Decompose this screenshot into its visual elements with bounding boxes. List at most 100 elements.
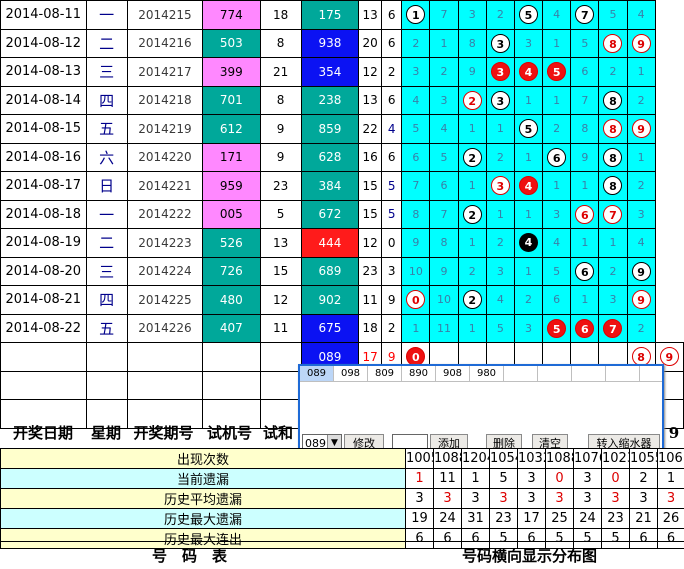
dist-cell: 2 [542, 114, 572, 144]
dist-cell: 9 [429, 256, 459, 286]
date-cell: 2014-08-21 [0, 285, 87, 315]
dist-cell: 1 [513, 142, 544, 172]
combo-tabs: 089 098 809 890 908 980 [300, 366, 662, 382]
dist-cell: 8 [598, 142, 628, 172]
combo-tab[interactable]: 809 [368, 366, 402, 381]
table-row[interactable]: 2014-08-13 三 2014217 399 21 354 12 2 3 2 9 3 4 5 6 2 1 [0, 57, 684, 87]
issue-cell: 2014220 [126, 142, 204, 172]
dist-cell: 3 [485, 57, 515, 87]
number-ball: 3 [490, 90, 510, 110]
issue-cell: 2014225 [126, 285, 204, 315]
stats-value: 5 [489, 468, 518, 489]
trial-cell: 399 [202, 57, 261, 87]
draw-sum-cell: 16 [358, 142, 383, 172]
dist-cell: 7 [429, 0, 459, 30]
dist-cell: 3 [513, 313, 544, 343]
dist-cell: 1 [513, 85, 544, 115]
date-cell: 2014-08-11 [0, 0, 87, 30]
table-row[interactable]: 2014-08-19 二 2014223 526 13 444 12 0 9 8 1 2 4 4 1 1 4 [0, 228, 684, 258]
dist-cell: 8 [598, 85, 628, 115]
date-cell: 2014-08-15 [0, 114, 87, 144]
table-row[interactable]: 2014-08-18 一 2014222 005 5 672 15 5 8 7 2 1 1 3 6 7 3 [0, 199, 684, 229]
draw-cell: 238 [300, 85, 360, 115]
trial-sum-cell: 9 [259, 142, 302, 172]
table-row[interactable]: 2014-08-20 三 2014224 726 15 689 23 3 10 9 2 3 1 5 6 2 9 [0, 256, 684, 286]
table-row[interactable]: 2014-08-22 五 2014226 407 11 675 18 2 1 11 1 5 3 5 6 7 2 [0, 313, 684, 343]
stats-value: 3 [433, 488, 462, 509]
stats-value: 3 [601, 488, 630, 509]
footer-right-title: 号码横向显示分布图 [462, 547, 598, 565]
dist-cell: 5 [513, 0, 544, 30]
dist-cell: 1 [598, 228, 628, 258]
number-ball: 4 [519, 176, 538, 196]
table-row[interactable]: 2014-08-14 四 2014218 701 8 238 13 6 4 3 2 3 1 1 7 8 2 [0, 85, 684, 115]
date-cell: 2014-08-19 [0, 228, 87, 258]
number-ball: 2 [462, 147, 482, 167]
stats-value: 31 [461, 508, 490, 529]
table-row[interactable]: 2014-08-16 六 2014220 171 9 628 16 6 6 5 2 2 1 6 9 8 1 [0, 142, 684, 172]
issue-cell: 2014221 [126, 171, 204, 201]
dist-cell: 7 [598, 313, 628, 343]
stats-value: 3 [657, 488, 684, 509]
combo-tab[interactable]: 089 [300, 366, 334, 381]
table-row[interactable]: 2014-08-12 二 2014216 503 8 938 20 6 2 1 8 3 3 1 5 8 9 [0, 28, 684, 58]
stats-value: 3 [545, 488, 574, 509]
stats-row: 出现次数100510881204105410321088107610231055… [0, 448, 684, 469]
dist-cell: 2 [457, 199, 487, 229]
table-row[interactable]: 2014-08-11 一 2014215 774 18 175 13 6 1 7 3 2 5 4 7 5 4 [0, 0, 684, 30]
dist-cell: 2 [485, 142, 515, 172]
dist-cell: 3 [485, 85, 515, 115]
dist-cell: 2 [457, 285, 487, 315]
dist-cell: 10 [401, 256, 431, 286]
table-row[interactable]: 2014-08-17 日 2014221 959 23 384 15 5 7 6 1 3 4 1 1 8 2 [0, 171, 684, 201]
dist-cell: 1 [626, 142, 656, 172]
dist-cell: 8 [598, 114, 628, 144]
dist-cell: 2 [513, 285, 544, 315]
dist-cell: 4 [626, 0, 656, 30]
table-row[interactable]: 2014-08-15 五 2014219 612 9 859 22 4 5 4 1 1 5 2 8 8 9 [0, 114, 684, 144]
draw-sum-cell: 15 [358, 199, 383, 229]
dist-cell: 1 [626, 57, 656, 87]
dist-cell: 8 [429, 228, 459, 258]
number-ball: 0 [406, 290, 426, 310]
dist-cell: 2 [429, 57, 459, 87]
trial-sum-cell: 12 [259, 285, 302, 315]
stats-value: 0 [601, 468, 630, 489]
combo-tab[interactable] [606, 366, 640, 381]
dist-cell: 8 [598, 171, 628, 201]
combo-tab[interactable] [504, 366, 538, 381]
combo-tab[interactable]: 908 [436, 366, 470, 381]
span-cell: 6 [381, 85, 403, 115]
draw-cell: 384 [300, 171, 360, 201]
date-cell: 2014-08-20 [0, 256, 87, 286]
number-ball: 4 [519, 233, 538, 253]
dist-cell: 2 [626, 85, 656, 115]
combo-tab[interactable] [572, 366, 606, 381]
dist-cell: 4 [429, 114, 459, 144]
combo-tab[interactable]: 980 [470, 366, 504, 381]
dist-cell: 5 [542, 313, 572, 343]
dist-cell: 1 [457, 114, 487, 144]
combo-tab[interactable]: 098 [334, 366, 368, 381]
dist-cell: 3 [401, 57, 431, 87]
number-ball: 8 [603, 33, 623, 53]
dist-cell: 1 [513, 256, 544, 286]
table-row[interactable]: 2014-08-21 四 2014225 480 12 902 11 9 0 10 2 4 2 6 1 3 9 [0, 285, 684, 315]
header-right-digit: 9 [668, 424, 680, 442]
dist-cell: 5 [542, 57, 572, 87]
draw-sum-cell: 12 [358, 57, 383, 87]
dist-cell: 9 [401, 228, 431, 258]
week-cell: 一 [85, 0, 128, 30]
combo-tab[interactable]: 890 [402, 366, 436, 381]
date-cell: 2014-08-17 [0, 171, 87, 201]
span-cell: 4 [381, 114, 403, 144]
dist-cell: 5 [401, 114, 431, 144]
dist-cell: 3 [457, 0, 487, 30]
footer-bar: 号 码 表 号码横向显示分布图 [0, 541, 684, 569]
combo-tab[interactable] [538, 366, 572, 381]
empty-cell [259, 370, 302, 400]
stats-value: 1 [657, 468, 684, 489]
dist-cell: 7 [570, 85, 600, 115]
header-week: 星期 [90, 424, 121, 442]
dist-cell: 1 [485, 199, 515, 229]
